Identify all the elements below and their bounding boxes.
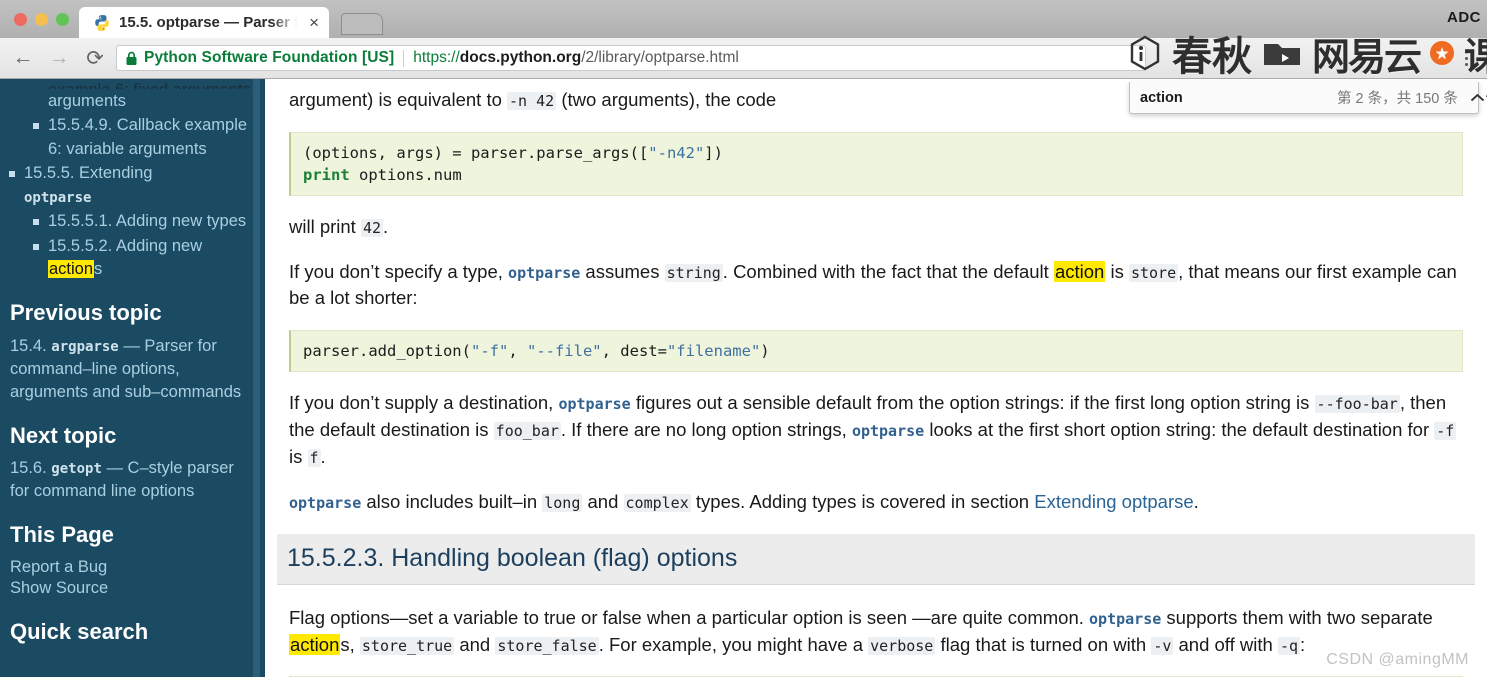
url-scheme: https:// bbox=[413, 49, 460, 66]
inline-code-42: 42 bbox=[360, 218, 384, 237]
sidebar-heading-previous-topic: Previous topic bbox=[10, 300, 162, 326]
maximize-window-button[interactable] bbox=[56, 12, 69, 26]
inline-code-foo-bar: --foo-bar bbox=[1314, 395, 1400, 414]
docs-sidebar: example 6: fixed arguments arguments 15.… bbox=[0, 79, 265, 677]
document-content: argument) is equivalent to -n 42 (two ar… bbox=[265, 79, 1487, 677]
paragraph-builtin-types: optparse also includes built–in long and… bbox=[289, 490, 1199, 512]
sidebar-item-callback-example5[interactable]: example 6: fixed arguments bbox=[48, 79, 251, 89]
find-input[interactable] bbox=[1130, 89, 1337, 106]
inline-code-foo-bar-underscore: foo_bar bbox=[493, 422, 561, 441]
link-extending-optparse[interactable]: Extending optparse bbox=[1034, 491, 1193, 512]
chevron-up-icon bbox=[1470, 93, 1485, 101]
sidebar-toc: example 6: fixed arguments arguments 15.… bbox=[9, 79, 251, 282]
inline-code-dash-q: -q bbox=[1277, 636, 1300, 655]
inline-code-optparse-3: optparse bbox=[851, 422, 925, 441]
sidebar-item-adding-new-actions[interactable]: 15.5.5.2. Adding new actions bbox=[33, 235, 251, 282]
inline-code-store-false: store_false bbox=[495, 636, 599, 655]
sidebar-heading-this-page: This Page bbox=[10, 522, 114, 548]
paragraph-flag-options: Flag options—set a variable to true or f… bbox=[289, 606, 1433, 655]
sidebar-previous-topic-link[interactable]: 15.4. argparse — Parser for command–line… bbox=[10, 335, 251, 404]
inline-code-dash-v: -v bbox=[1151, 636, 1174, 655]
inline-code-optparse-2: optparse bbox=[558, 395, 631, 414]
sidebar-item-callback-example5-cont[interactable]: arguments bbox=[48, 90, 251, 113]
inline-code-store: store bbox=[1128, 263, 1179, 282]
sidebar-item-adding-new-types[interactable]: 15.5.5.1. Adding new types bbox=[33, 210, 251, 233]
url-host: docs.python.org bbox=[459, 49, 582, 66]
address-bar[interactable]: Python Software Foundation [US] https://… bbox=[116, 45, 1146, 71]
sidebar-heading-quick-search: Quick search bbox=[10, 619, 149, 645]
inline-code-complex: complex bbox=[623, 493, 691, 512]
star-badge-icon: ★ bbox=[1430, 41, 1455, 65]
close-window-button[interactable] bbox=[14, 12, 27, 26]
sidebar-link-show-source[interactable]: Show Source bbox=[10, 578, 251, 600]
window-controls bbox=[10, 0, 79, 38]
minimize-window-button[interactable] bbox=[35, 12, 48, 26]
bullet-icon bbox=[9, 171, 15, 178]
tab-strip: 15.5. optparse — Parser for co × ADC bbox=[0, 0, 1487, 38]
code-block-add-option-file: parser.add_option("-f", "--file", dest="… bbox=[289, 330, 1463, 373]
browser-tab[interactable]: 15.5. optparse — Parser for co × bbox=[79, 7, 329, 38]
code-block-parse-args: (options, args) = parser.parse_args(["-n… bbox=[289, 131, 1463, 196]
tab-title: 15.5. optparse — Parser for co bbox=[119, 14, 301, 31]
back-button[interactable]: ← bbox=[8, 43, 38, 73]
browser-window: 15.5. optparse — Parser for co × ADC ← →… bbox=[0, 0, 1487, 677]
sidebar-code-getopt: getopt bbox=[51, 461, 102, 478]
bullet-icon bbox=[33, 219, 39, 226]
inline-code-string: string bbox=[664, 263, 723, 282]
browser-toolbar: ← → ⟳ Python Software Foundation [US] ht… bbox=[0, 35, 1487, 79]
sidebar-code-optparse: optparse bbox=[24, 189, 92, 206]
reload-button[interactable]: ⟳ bbox=[80, 43, 110, 73]
paragraph-destination-default: If you don’t supply a destination, optpa… bbox=[289, 392, 1457, 467]
new-tab-button[interactable] bbox=[341, 13, 383, 35]
inline-code-f: f bbox=[307, 448, 321, 467]
python-icon bbox=[95, 14, 109, 31]
sidebar-item-extending-optparse[interactable]: 15.5.5. Extending optparse bbox=[9, 162, 251, 209]
find-bar: 第 2 条，共 150 条 ✕ bbox=[1129, 82, 1487, 114]
paragraph-will-print: will print 42. bbox=[289, 215, 389, 237]
inline-code-store-true: store_true bbox=[359, 636, 455, 655]
omnibox-divider bbox=[403, 49, 405, 67]
browser-menu-icon[interactable] bbox=[1453, 43, 1479, 73]
lock-icon bbox=[126, 51, 137, 65]
find-highlight-active: action bbox=[1053, 260, 1106, 282]
sidebar-link-report-a-bug[interactable]: Report a Bug bbox=[10, 557, 251, 579]
sidebar-item-callback-example6[interactable]: 15.5.4.9. Callback example 6: variable a… bbox=[33, 114, 251, 161]
url-path: /2/library/optparse.html bbox=[581, 49, 739, 66]
find-previous-button[interactable] bbox=[1470, 83, 1485, 113]
find-match-count: 第 2 条，共 150 条 bbox=[1337, 91, 1458, 107]
page-viewport: example 6: fixed arguments arguments 15.… bbox=[0, 79, 1487, 677]
sidebar-next-topic-link[interactable]: 15.6. getopt — C–style parser for comman… bbox=[10, 457, 251, 503]
section-heading: 15.5.2.3. Handling boolean (flag) option… bbox=[277, 533, 1475, 585]
corner-label: ADC bbox=[1447, 9, 1481, 26]
tab-close-icon[interactable]: × bbox=[309, 14, 319, 31]
inline-code-optparse-4: optparse bbox=[289, 493, 362, 512]
inline-code-long: long bbox=[542, 493, 583, 512]
video-folder-icon bbox=[1264, 44, 1300, 65]
inline-code-optparse: optparse bbox=[508, 263, 581, 282]
inline-code-optparse-5: optparse bbox=[1089, 609, 1162, 628]
inline-code-dash-f: -f bbox=[1434, 422, 1457, 441]
inline-code-verbose: verbose bbox=[868, 636, 936, 655]
bullet-icon bbox=[33, 243, 39, 250]
find-highlight: action bbox=[48, 259, 95, 278]
inline-code-n42: -n 42 bbox=[507, 92, 557, 110]
security-identity: Python Software Foundation [US] bbox=[144, 49, 395, 66]
paragraph-default-action: If you don’t specify a type, optparse as… bbox=[289, 260, 1457, 309]
bullet-icon bbox=[33, 123, 39, 130]
find-highlight-2: action bbox=[289, 633, 341, 655]
sidebar-code-argparse: argparse bbox=[51, 338, 119, 355]
forward-button[interactable]: → bbox=[44, 43, 74, 73]
sidebar-heading-next-topic: Next topic bbox=[10, 422, 117, 448]
